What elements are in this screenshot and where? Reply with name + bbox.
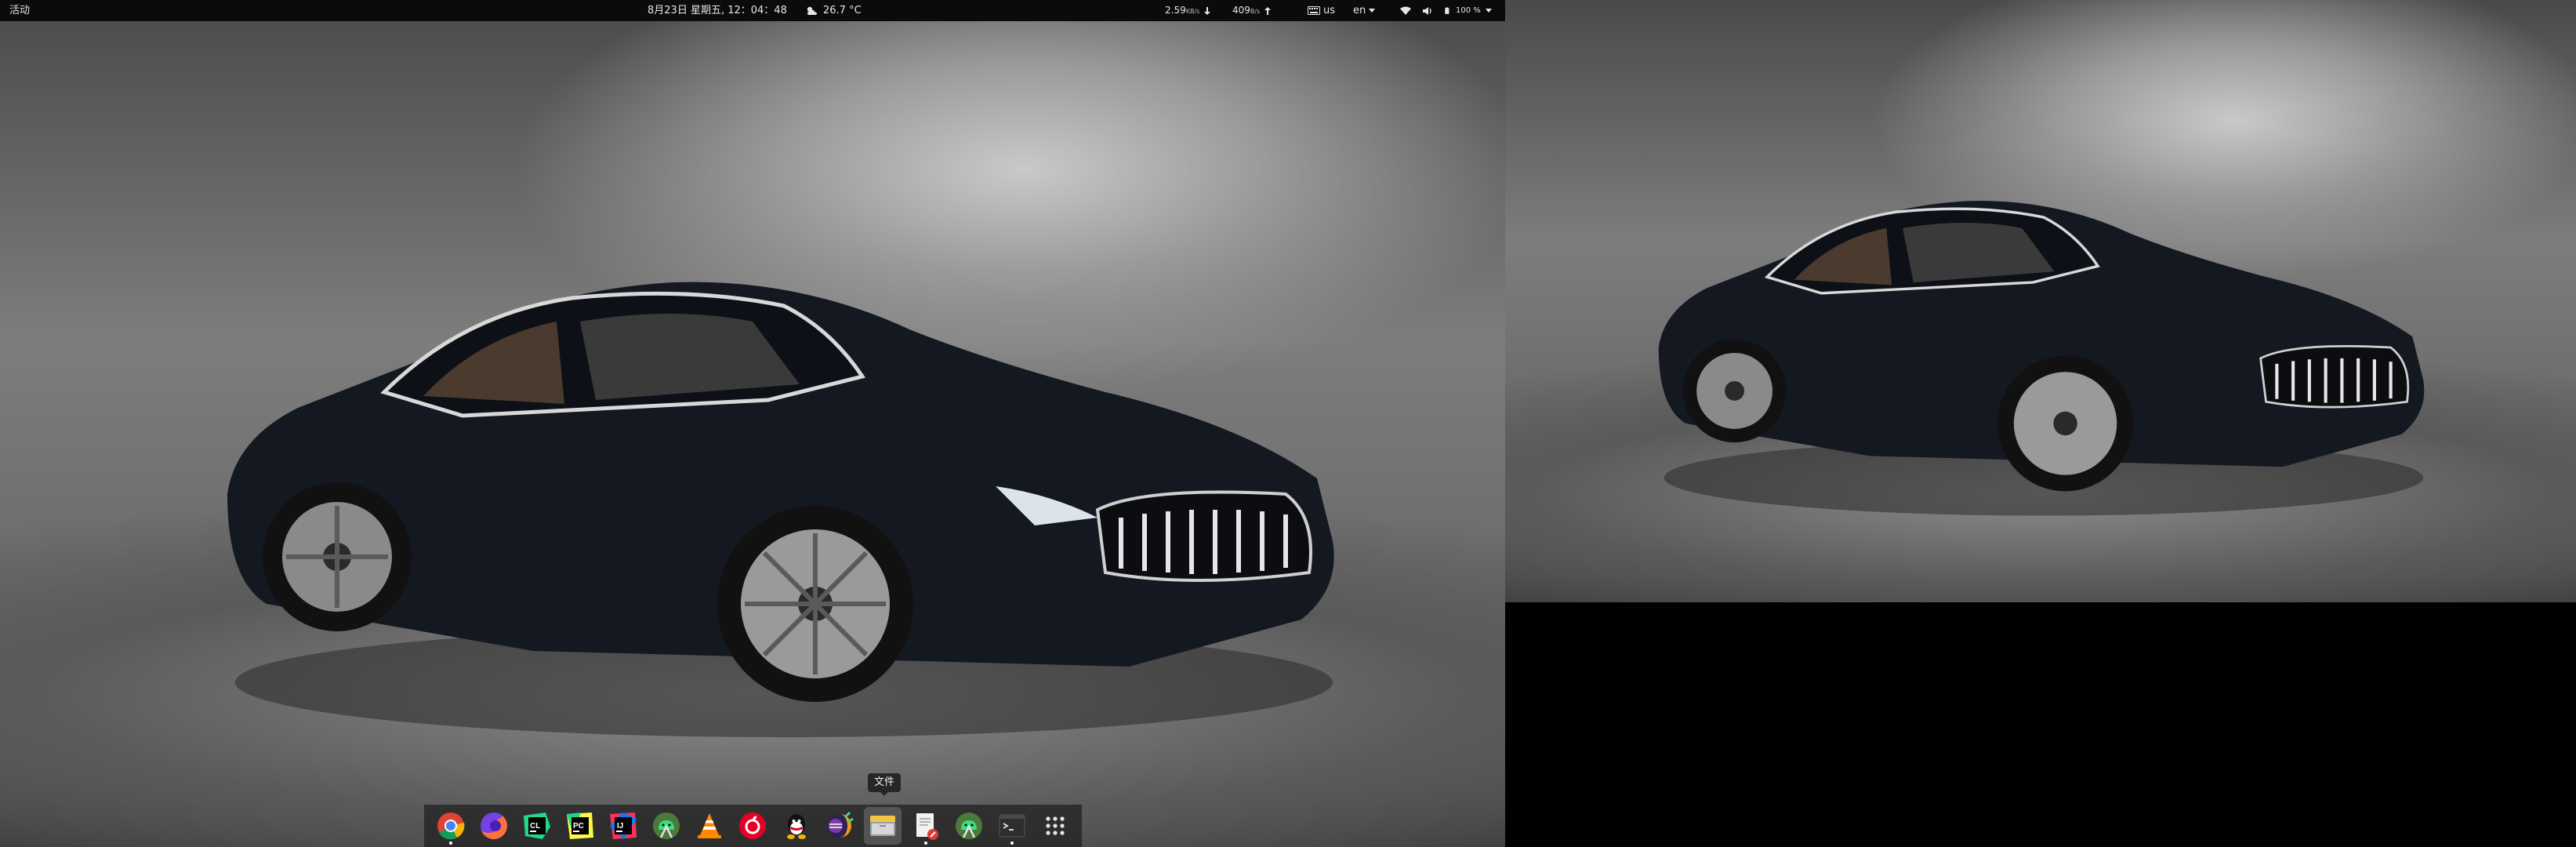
vlc-icon bbox=[698, 813, 722, 838]
upload-speed-unit: B/s bbox=[1250, 7, 1261, 15]
dock-app-pycharm[interactable]: PC bbox=[561, 807, 599, 845]
app-grid-icon bbox=[1046, 816, 1065, 835]
show-applications-button[interactable] bbox=[1036, 807, 1074, 845]
svg-text:PC: PC bbox=[573, 822, 584, 831]
net-download-speed: 2.59KB/s bbox=[1165, 0, 1211, 21]
desktop-right bbox=[1505, 0, 2576, 602]
system-menu[interactable]: 100 % bbox=[1400, 0, 1492, 21]
dock-app-files[interactable] bbox=[863, 807, 902, 845]
keyboard-layout-indicator[interactable]: us bbox=[1308, 0, 1335, 21]
running-indicator bbox=[448, 842, 452, 845]
weather-temperature: 26.7 °C bbox=[823, 5, 862, 16]
firefox-icon bbox=[480, 812, 507, 839]
wallpaper-car-image bbox=[1658, 201, 2425, 516]
download-arrow-icon bbox=[1204, 6, 1211, 15]
dock-app-firefox[interactable] bbox=[475, 807, 513, 845]
dock-app-chrome[interactable] bbox=[432, 807, 470, 845]
svg-text:CL: CL bbox=[530, 822, 540, 831]
svg-text:IJ: IJ bbox=[617, 822, 623, 831]
dock-tooltip: 文件 bbox=[868, 773, 902, 796]
files-icon bbox=[869, 816, 895, 836]
upload-speed-value: 409 bbox=[1232, 4, 1250, 16]
android-studio-icon bbox=[956, 812, 983, 839]
clock[interactable]: 8月23日 星期五, 12：04：48 bbox=[648, 0, 787, 21]
battery-percentage: 100 % bbox=[1456, 6, 1481, 15]
download-speed-value: 2.59 bbox=[1165, 4, 1186, 16]
dock-app-android-studio-2[interactable] bbox=[950, 807, 988, 845]
cloud-sun-icon bbox=[807, 6, 817, 15]
chrome-icon bbox=[437, 812, 464, 840]
dock: CL PC IJ bbox=[424, 805, 1082, 847]
top-bar: 活动 8月23日 星期五, 12：04：48 26.7 °C 2.59KB/s … bbox=[0, 0, 1505, 21]
pycharm-icon: PC bbox=[566, 812, 593, 839]
dock-app-vlc[interactable] bbox=[691, 807, 728, 845]
netease-music-icon bbox=[739, 812, 767, 839]
dock-app-android-studio[interactable] bbox=[648, 807, 685, 845]
terminal-icon bbox=[999, 814, 1025, 838]
desktop-left bbox=[0, 0, 1505, 847]
unused-screen-area bbox=[1505, 602, 2576, 847]
input-language-label: en bbox=[1353, 5, 1366, 16]
chevron-down-icon bbox=[1369, 9, 1376, 13]
dock-app-qq[interactable] bbox=[778, 807, 815, 845]
keyboard-icon bbox=[1308, 6, 1320, 15]
android-studio-icon bbox=[653, 812, 680, 839]
wifi-icon bbox=[1400, 6, 1411, 15]
running-indicator bbox=[1010, 842, 1014, 845]
running-indicator bbox=[923, 842, 927, 845]
input-language-menu[interactable]: en bbox=[1353, 0, 1376, 21]
eclipse-icon bbox=[827, 811, 854, 838]
text-editor-icon bbox=[916, 813, 938, 840]
wallpaper-car-image bbox=[227, 282, 1334, 737]
dock-app-text-editor[interactable] bbox=[907, 807, 945, 845]
dock-app-intellij[interactable]: IJ bbox=[604, 807, 642, 845]
battery-icon bbox=[1445, 7, 1449, 14]
download-speed-unit: KB/s bbox=[1185, 7, 1200, 15]
qq-icon bbox=[786, 814, 806, 839]
clion-icon: CL bbox=[523, 812, 550, 839]
weather-indicator[interactable]: 26.7 °C bbox=[806, 0, 862, 21]
activities-button[interactable]: 活动 bbox=[9, 0, 30, 21]
dock-app-clion[interactable]: CL bbox=[518, 807, 556, 845]
upload-arrow-icon bbox=[1264, 6, 1272, 15]
intellij-icon: IJ bbox=[610, 812, 637, 839]
dock-app-eclipse[interactable] bbox=[821, 807, 858, 845]
dock-app-netease-music[interactable] bbox=[734, 807, 771, 845]
net-upload-speed: 409B/s bbox=[1232, 0, 1272, 21]
volume-icon bbox=[1423, 6, 1431, 15]
chevron-down-icon bbox=[1485, 9, 1492, 13]
dock-app-terminal[interactable] bbox=[993, 807, 1031, 845]
keyboard-layout-label: us bbox=[1323, 5, 1336, 16]
